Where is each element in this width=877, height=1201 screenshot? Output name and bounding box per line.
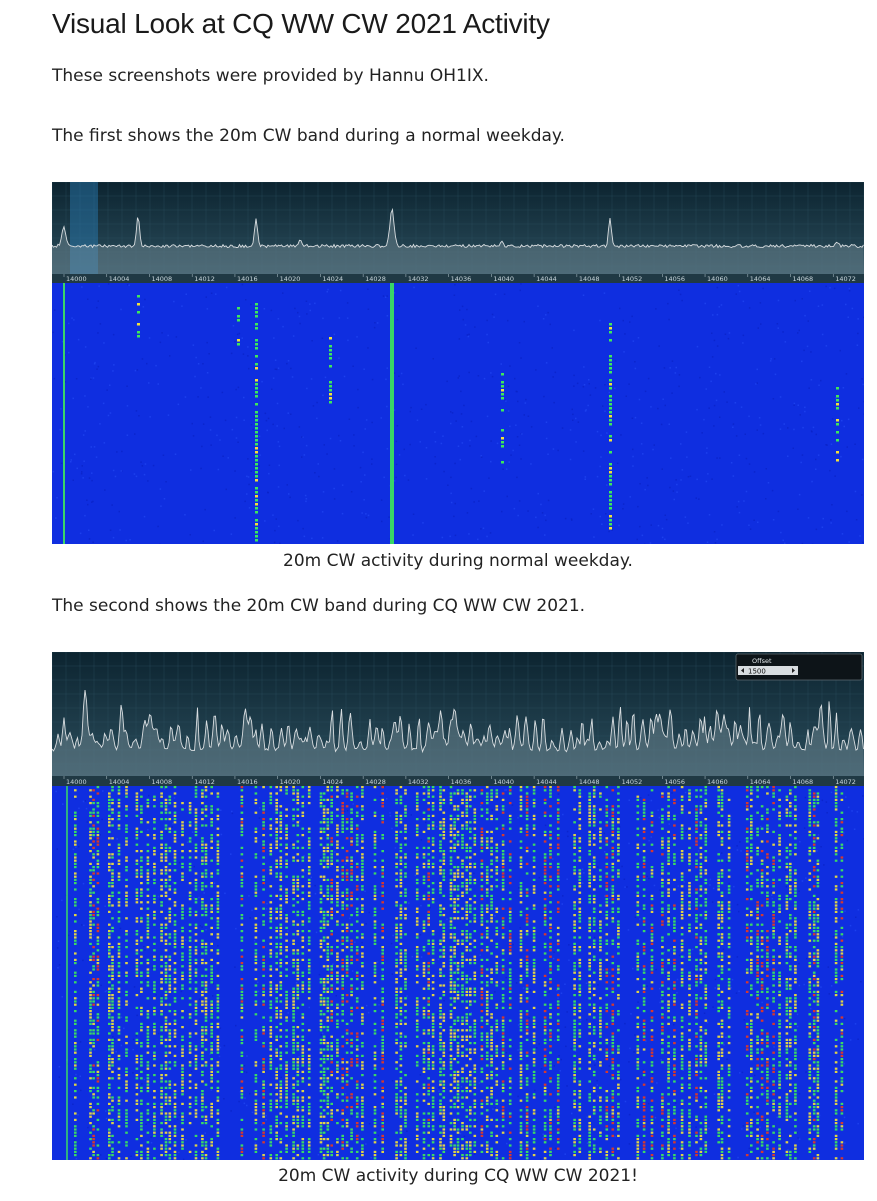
freq-tick-label: 14048	[579, 275, 600, 283]
offset-label: Offset	[752, 657, 772, 665]
freq-tick-label: 14032	[408, 778, 429, 786]
freq-tick-label: 14020	[280, 275, 301, 283]
freq-tick-label: 14068	[793, 778, 814, 786]
freq-tick-label: 14000	[66, 275, 87, 283]
intro-text: These screenshots were provided by Hannu…	[52, 66, 489, 86]
freq-tick-label: 14072	[835, 778, 856, 786]
freq-tick-label: 14020	[280, 778, 301, 786]
freq-tick-label: 14024	[322, 275, 343, 283]
freq-tick-label: 14064	[750, 275, 771, 283]
freq-tick-label: 14028	[365, 275, 386, 283]
second-description: The second shows the 20m CW band during …	[52, 596, 586, 616]
freq-tick-label: 14016	[237, 778, 258, 786]
freq-tick-label: 14056	[664, 275, 685, 283]
freq-tick-label: 14072	[835, 275, 856, 283]
spectrum-panel	[52, 182, 864, 274]
freq-tick-label: 14044	[536, 275, 557, 283]
contest-caption: 20m CW activity during CQ WW CW 2021!	[278, 1166, 638, 1186]
contest-waterfall-screenshot: 14000 14004 14008 14012 14016 14020 14024 14028…	[52, 652, 864, 1160]
waterfall	[52, 786, 864, 1160]
freq-tick-label: 14036	[451, 778, 472, 786]
offset-panel[interactable]: Offset 1500	[735, 653, 863, 681]
freq-tick-label: 14032	[408, 275, 429, 283]
freq-tick-label: 14044	[536, 778, 557, 786]
freq-tick-label: 14060	[707, 275, 728, 283]
freq-tick-label: 14040	[493, 778, 514, 786]
freq-tick-label: 14004	[109, 778, 130, 786]
freq-tick-label: 14048	[579, 778, 600, 786]
freq-tick-label: 14036	[451, 275, 472, 283]
freq-tick-label: 14028	[365, 778, 386, 786]
freq-tick-label: 14040	[493, 275, 514, 283]
freq-tick-label: 14052	[622, 778, 643, 786]
frequency-ruler: 14000 14004 14008 14012 14016 14020 14024 14028…	[52, 274, 864, 283]
frequency-ruler: 14000 14004 14008 14012 14016 14020 14024 14028…	[52, 776, 864, 786]
page-title: Visual Look at CQ WW CW 2021 Activity	[52, 8, 550, 39]
freq-tick-label: 14056	[664, 778, 685, 786]
freq-tick-label: 14008	[151, 778, 172, 786]
freq-tick-label: 14000	[66, 778, 87, 786]
freq-tick-label: 14024	[322, 778, 343, 786]
waterfall	[52, 283, 864, 544]
weekday-waterfall-screenshot: 14000 14004 14008 14012 14016 14020 14024 14028…	[52, 182, 864, 544]
freq-tick-label: 14012	[194, 275, 215, 283]
weekday-caption: 20m CW activity during normal weekday.	[283, 551, 633, 571]
freq-tick-label: 14012	[194, 778, 215, 786]
first-description: The first shows the 20m CW band during a…	[52, 126, 565, 146]
freq-tick-label: 14060	[707, 778, 728, 786]
freq-tick-label: 14004	[109, 275, 130, 283]
freq-tick-label: 14064	[750, 778, 771, 786]
freq-tick-label: 14068	[793, 275, 814, 283]
freq-tick-label: 14052	[622, 275, 643, 283]
freq-tick-label: 14008	[151, 275, 172, 283]
freq-tick-label: 14016	[237, 275, 258, 283]
offset-value[interactable]: 1500	[748, 668, 766, 676]
